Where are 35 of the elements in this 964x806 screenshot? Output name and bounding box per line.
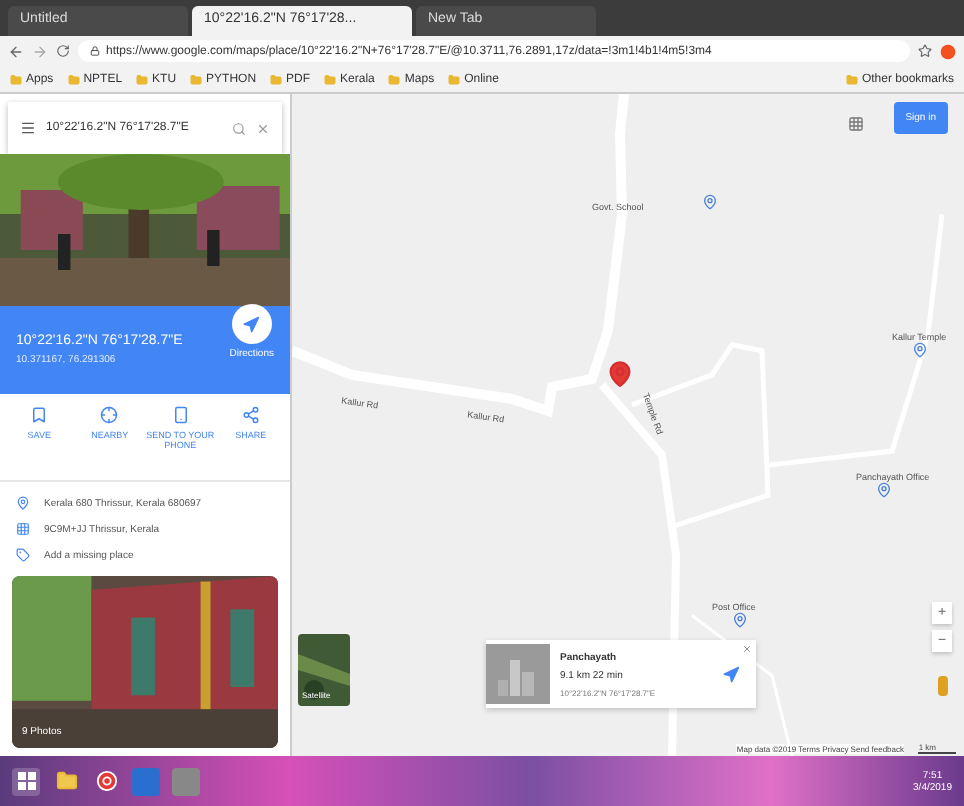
folder-icon [270,73,283,85]
star-icon[interactable] [918,44,932,58]
close-icon[interactable] [256,121,270,135]
folder-icon [10,73,22,85]
folder-icon [845,73,858,85]
search-icon[interactable] [232,121,246,135]
avatar[interactable] [940,43,956,59]
folder-icon[interactable] [52,767,80,795]
folder-icon [136,73,149,85]
directions-icon[interactable] [722,665,740,683]
pin-icon[interactable] [732,612,748,628]
location-pin-icon[interactable] [606,360,634,388]
share-icon [241,406,260,424]
crosshair-icon [100,406,119,424]
reload-icon[interactable] [56,44,70,58]
folder-icon [324,73,337,85]
pin-icon[interactable] [912,342,928,358]
forward-icon[interactable] [32,43,48,59]
pin-icon [16,496,30,510]
start-button[interactable] [12,767,40,795]
folder-icon [190,73,203,85]
pin-icon[interactable] [702,194,718,210]
pin-icon[interactable] [876,482,892,498]
folder-icon [388,73,401,85]
directions-icon [242,315,261,333]
grid-icon [16,522,30,536]
tag-icon [16,548,30,562]
menu-icon[interactable] [20,120,36,136]
bookmark-icon [30,406,49,424]
apps-icon[interactable] [848,116,864,132]
lock-icon [90,46,100,56]
folder-icon [67,73,80,85]
phone-icon [171,406,190,424]
folder-icon [448,73,461,85]
back-icon[interactable] [8,43,24,59]
